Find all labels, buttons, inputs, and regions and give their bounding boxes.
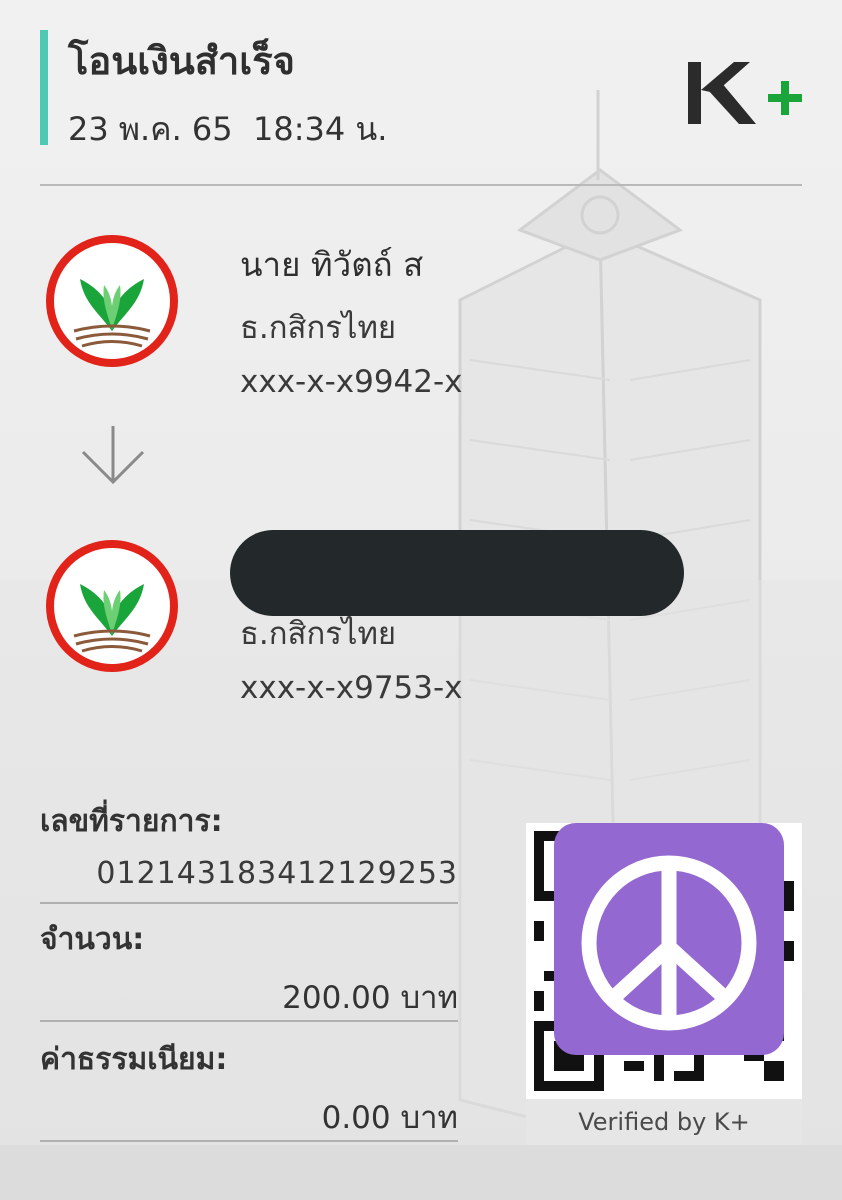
reference-label: เลขที่รายการ: (40, 804, 223, 839)
sender-bank: ธ.กสิกรไทย (240, 310, 397, 346)
fee-divider (40, 1140, 458, 1142)
verified-by-label: Verified by K+ (526, 1099, 802, 1145)
kbank-logo-icon (46, 540, 178, 672)
amount-value: 200.00 บาท (282, 980, 458, 1016)
receiver-account: xxx-x-x9753-x (240, 670, 463, 706)
amount-divider (40, 1020, 458, 1022)
header-divider (40, 184, 802, 186)
title-accent-bar (40, 30, 48, 145)
transfer-slip: โอนเงินสำเร็จ 23 พ.ค. 65 18:34 น. นาย ทิ… (0, 0, 842, 1145)
transaction-datetime: 23 พ.ค. 65 18:34 น. (68, 110, 388, 148)
redacted-receiver-name (230, 530, 684, 616)
qr-code[interactable]: Verified by K+ (526, 823, 802, 1145)
kbank-logo-icon (46, 235, 178, 367)
peace-overlay (554, 823, 784, 1055)
amount-label: จำนวน: (40, 922, 145, 957)
kplus-logo-icon (688, 62, 802, 124)
page-title: โอนเงินสำเร็จ (68, 39, 295, 83)
peace-icon (581, 855, 757, 1031)
arrow-down-icon (81, 426, 145, 485)
reference-divider (40, 902, 458, 904)
sender-name: นาย ทิวัตถ์ ส (240, 245, 424, 284)
receiver-bank: ธ.กสิกรไทย (240, 616, 397, 652)
sender-account: xxx-x-x9942-x (240, 364, 463, 400)
fee-value: 0.00 บาท (321, 1100, 458, 1136)
fee-label: ค่าธรรมเนียม: (40, 1042, 228, 1077)
bottom-bar (0, 1145, 842, 1200)
reference-number: 012143183412129253 (96, 856, 458, 891)
